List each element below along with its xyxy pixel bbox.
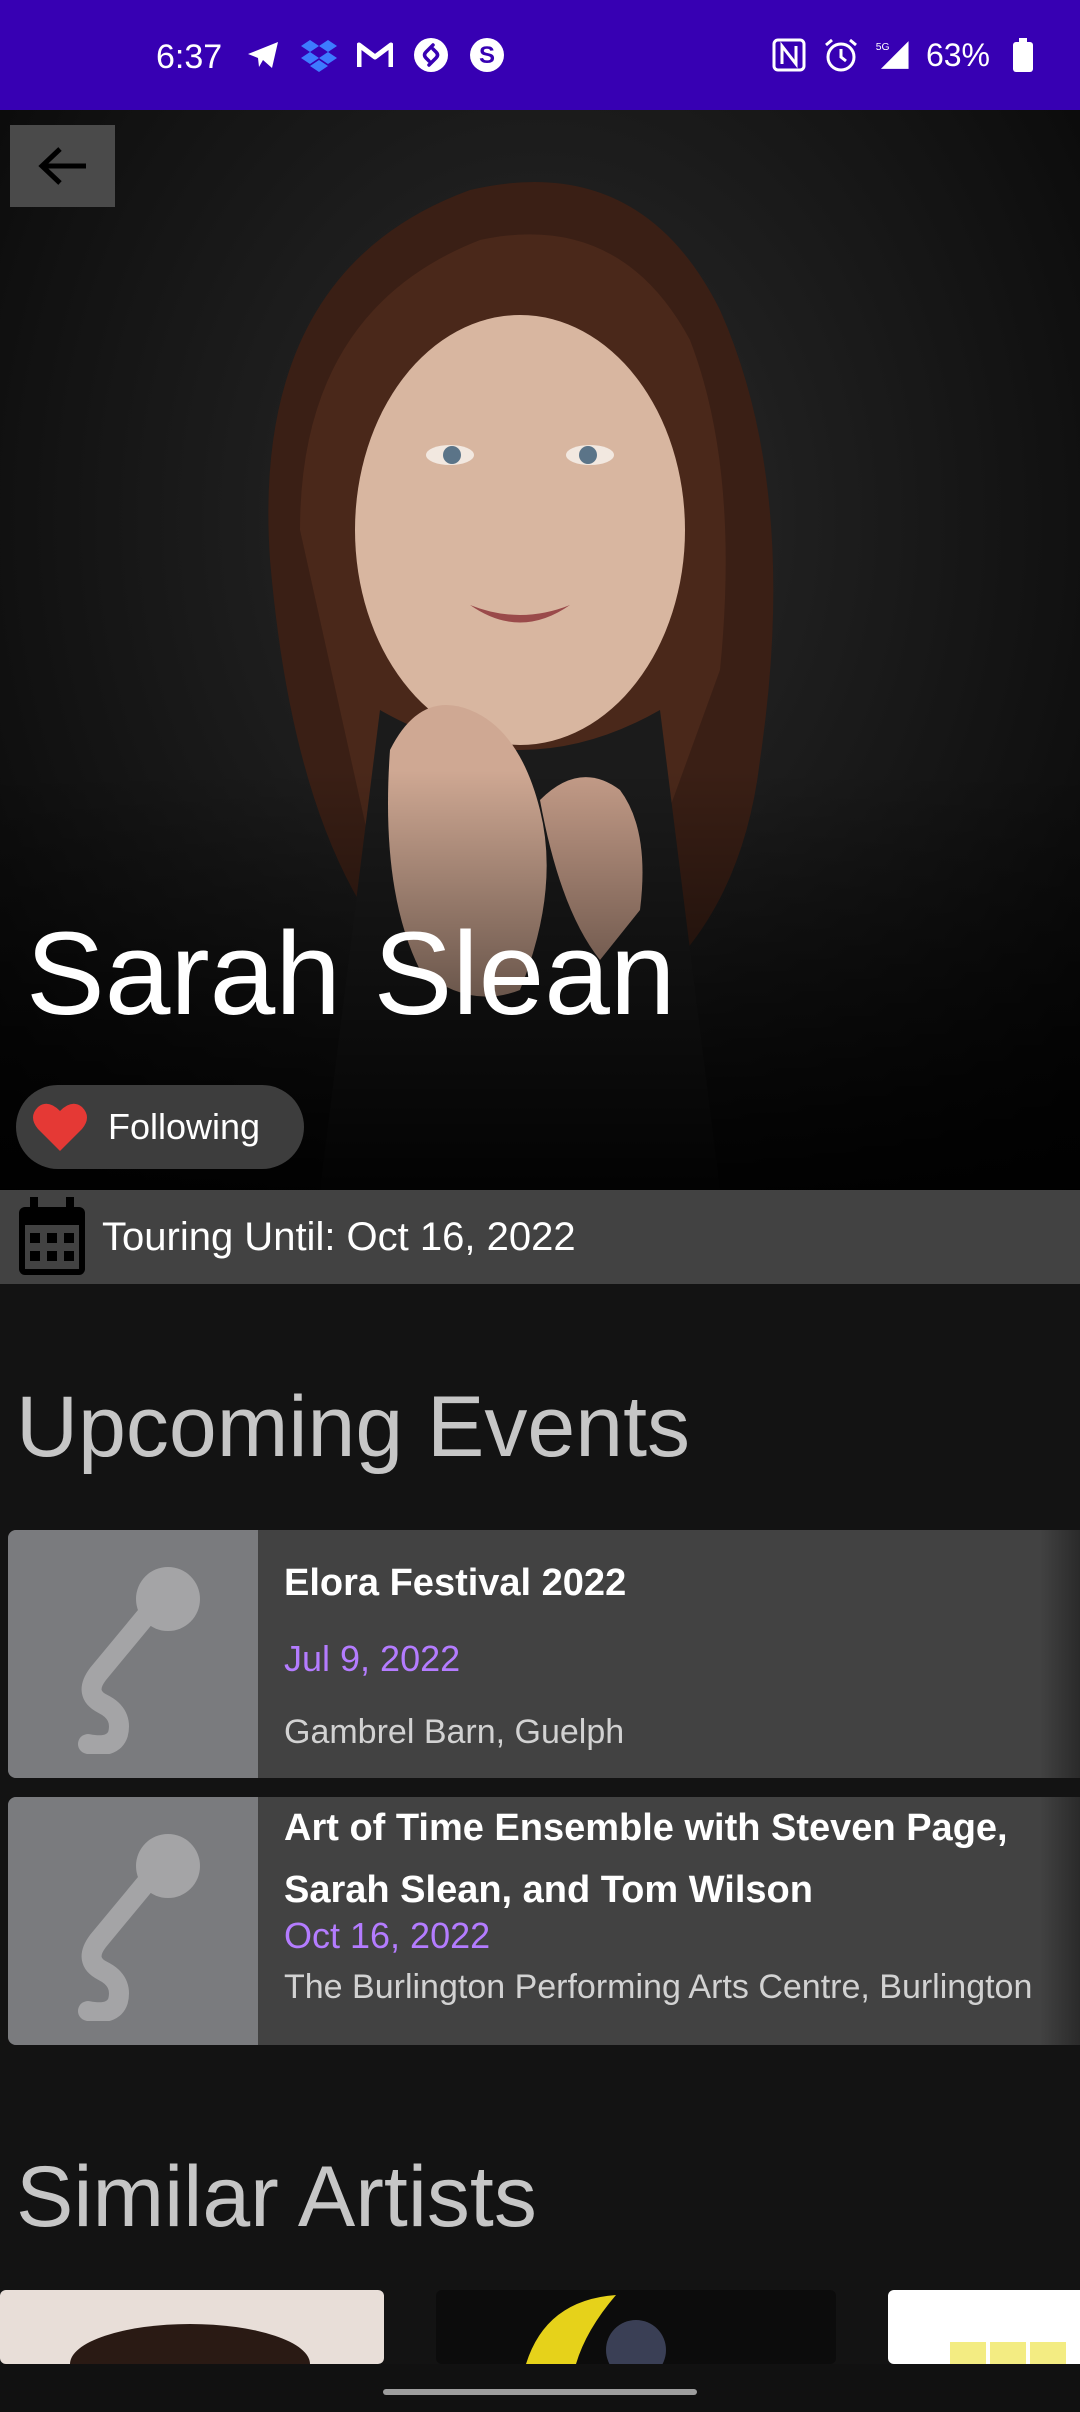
signal-5g-icon: 5G	[874, 36, 912, 74]
system-navigation-bar	[0, 2364, 1080, 2412]
microphone-icon	[78, 1834, 200, 2021]
upcoming-events-heading: Upcoming Events	[16, 1379, 690, 1475]
event-venue: Gambrel Barn, Guelph	[284, 1713, 625, 1751]
event-title: Elora Festival 2022	[284, 1562, 627, 1604]
gmail-icon	[356, 36, 394, 74]
follow-button-label: Following	[108, 1106, 261, 1147]
heart-icon	[33, 1103, 87, 1151]
alarm-icon	[822, 36, 860, 74]
telegram-icon	[244, 36, 282, 74]
svg-text:5G: 5G	[876, 42, 890, 53]
gesture-handle[interactable]	[383, 2389, 697, 2395]
svg-text:S: S	[479, 42, 495, 69]
event-card[interactable]: Elora Festival 2022 Jul 9, 2022 Gambrel …	[8, 1530, 1080, 1778]
battery-icon	[1004, 36, 1042, 74]
similar-artist-card[interactable]	[888, 2290, 1080, 2364]
event-venue: The Burlington Performing Arts Centre, B…	[284, 1968, 1033, 2006]
touring-until-text: Touring Until: Oct 16, 2022	[102, 1214, 576, 1259]
follow-button[interactable]: Following	[16, 1085, 304, 1169]
shazam-icon	[412, 36, 450, 74]
status-time: 6:37	[156, 38, 223, 76]
event-date: Jul 9, 2022	[284, 1638, 461, 1679]
calendar-icon	[19, 1197, 85, 1275]
artist-name: Sarah Slean	[26, 908, 676, 1040]
similar-artist-card[interactable]	[0, 2290, 384, 2364]
arrow-left-icon	[37, 147, 86, 185]
event-title: Art of Time Ensemble with Steven Page, S…	[284, 1807, 1008, 1911]
event-thumbnail	[8, 1797, 258, 2045]
status-system-icons: 5G 63%	[770, 36, 1042, 74]
dropbox-icon	[300, 36, 338, 74]
back-button[interactable]	[10, 125, 115, 207]
event-thumbnail	[8, 1530, 258, 1778]
similar-artists-heading: Similar Artists	[16, 2149, 537, 2245]
touring-banner: Touring Until: Oct 16, 2022	[0, 1190, 1080, 1284]
nfc-icon	[770, 36, 808, 74]
battery-percent: 63%	[925, 36, 990, 73]
status-notification-icons: S	[244, 36, 506, 74]
event-card[interactable]: Art of Time Ensemble with Steven Page, S…	[8, 1797, 1080, 2045]
event-date: Oct 16, 2022	[284, 1915, 491, 1956]
similar-artists-carousel	[0, 2290, 1080, 2364]
status-bar: 6:37 S 5G 63%	[0, 0, 1080, 110]
similar-artist-card[interactable]	[436, 2290, 836, 2364]
s-app-icon: S	[468, 36, 506, 74]
microphone-icon	[78, 1567, 200, 1754]
